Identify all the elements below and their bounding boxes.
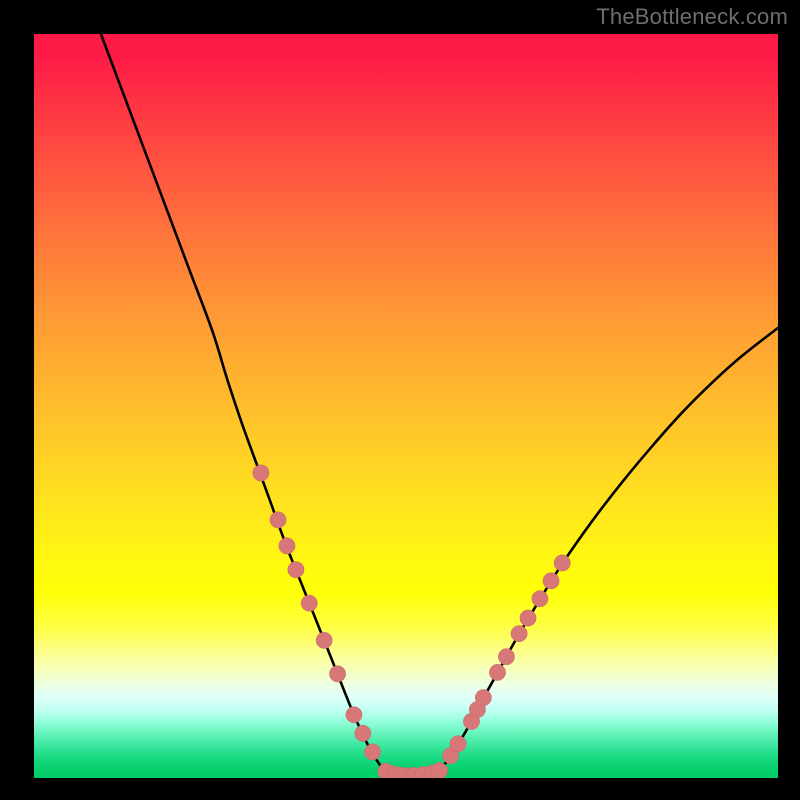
curve-marker [355,725,371,741]
curve-marker [346,707,362,723]
curve-marker [329,666,345,682]
chart-stage: TheBottleneck.com [0,0,800,800]
curve-marker [279,538,295,554]
bottleneck-curve-path [101,34,778,776]
curve-marker [489,664,505,680]
curve-marker [301,595,317,611]
curve-marker [511,625,527,641]
curve-overlay [34,34,778,778]
plot-area [34,34,778,778]
curve-marker [316,632,332,648]
curve-marker [520,610,536,626]
curve-marker [498,649,514,665]
curve-marker [554,555,570,571]
curve-markers [253,465,571,778]
curve-marker [532,591,548,607]
curve-marker [253,465,269,481]
curve-marker [288,562,304,578]
curve-marker [364,744,380,760]
curve-marker [270,512,286,528]
curve-marker [543,573,559,589]
bottleneck-curve [101,34,778,776]
watermark-text: TheBottleneck.com [596,4,788,30]
curve-marker [431,762,447,778]
curve-marker [475,689,491,705]
curve-marker [450,736,466,752]
